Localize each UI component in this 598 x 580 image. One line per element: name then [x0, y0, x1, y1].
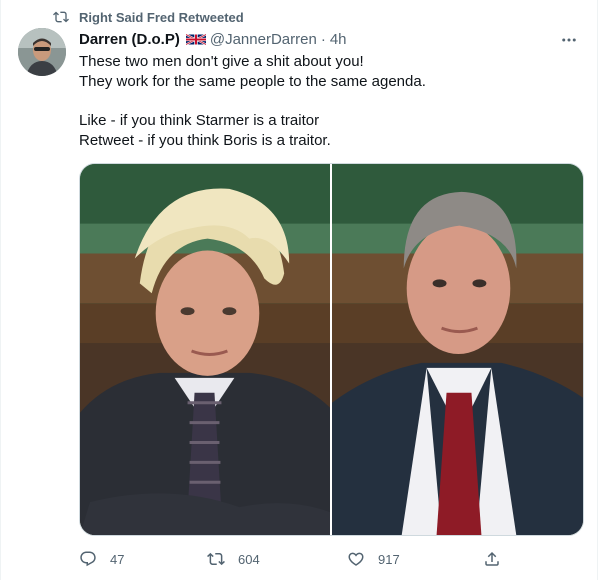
reply-icon [80, 551, 96, 567]
header-separator: · [320, 30, 326, 48]
retweet-icon [53, 11, 69, 23]
tweet-actions: 47 604 917 [79, 545, 499, 573]
man-with-grey-hair-red-tie-photo[interactable] [332, 164, 583, 535]
heart-icon [348, 552, 364, 566]
retweet-icon [207, 552, 225, 566]
like-button[interactable]: 917 [347, 545, 400, 573]
author-name[interactable]: Darren (D.o.P) [79, 31, 180, 48]
tweet-header: Darren (D.o.P) @JannerDarren · 4h [79, 29, 347, 49]
more-options-button[interactable] [559, 30, 579, 50]
reply-count: 47 [110, 551, 125, 567]
tweet-line-break [79, 92, 579, 111]
author-handle[interactable]: @JannerDarren [210, 31, 317, 48]
man-with-blond-hair-dark-suit-photo[interactable] [80, 164, 330, 535]
avatar[interactable] [18, 28, 66, 76]
tweet-card[interactable]: Right Said Fred Retweeted Darren (D.o.P)… [0, 0, 598, 580]
tweet-line: These two men don't give a shit about yo… [79, 53, 364, 70]
retweet-context-label[interactable]: Right Said Fred Retweeted [79, 10, 244, 25]
retweet-context: Right Said Fred Retweeted [53, 9, 244, 25]
tweet-line: Like - if you think Starmer is a traitor [79, 112, 320, 129]
share-icon [485, 551, 499, 566]
tweet-timestamp[interactable]: 4h [330, 31, 347, 48]
like-count: 917 [378, 551, 400, 567]
tweet-line: They work for the same people to the sam… [79, 73, 426, 90]
reply-button[interactable]: 47 [79, 545, 124, 573]
tweet-media[interactable] [79, 163, 584, 536]
tweet-line: Retweet - if you think Boris is a traito… [79, 132, 331, 149]
uk-flag-icon [185, 33, 206, 46]
tweet-text: These two men don't give a shit about yo… [79, 52, 579, 151]
retweet-count: 604 [238, 551, 260, 567]
share-button[interactable] [483, 545, 514, 573]
retweet-button[interactable]: 604 [207, 545, 260, 573]
more-icon [562, 38, 576, 42]
